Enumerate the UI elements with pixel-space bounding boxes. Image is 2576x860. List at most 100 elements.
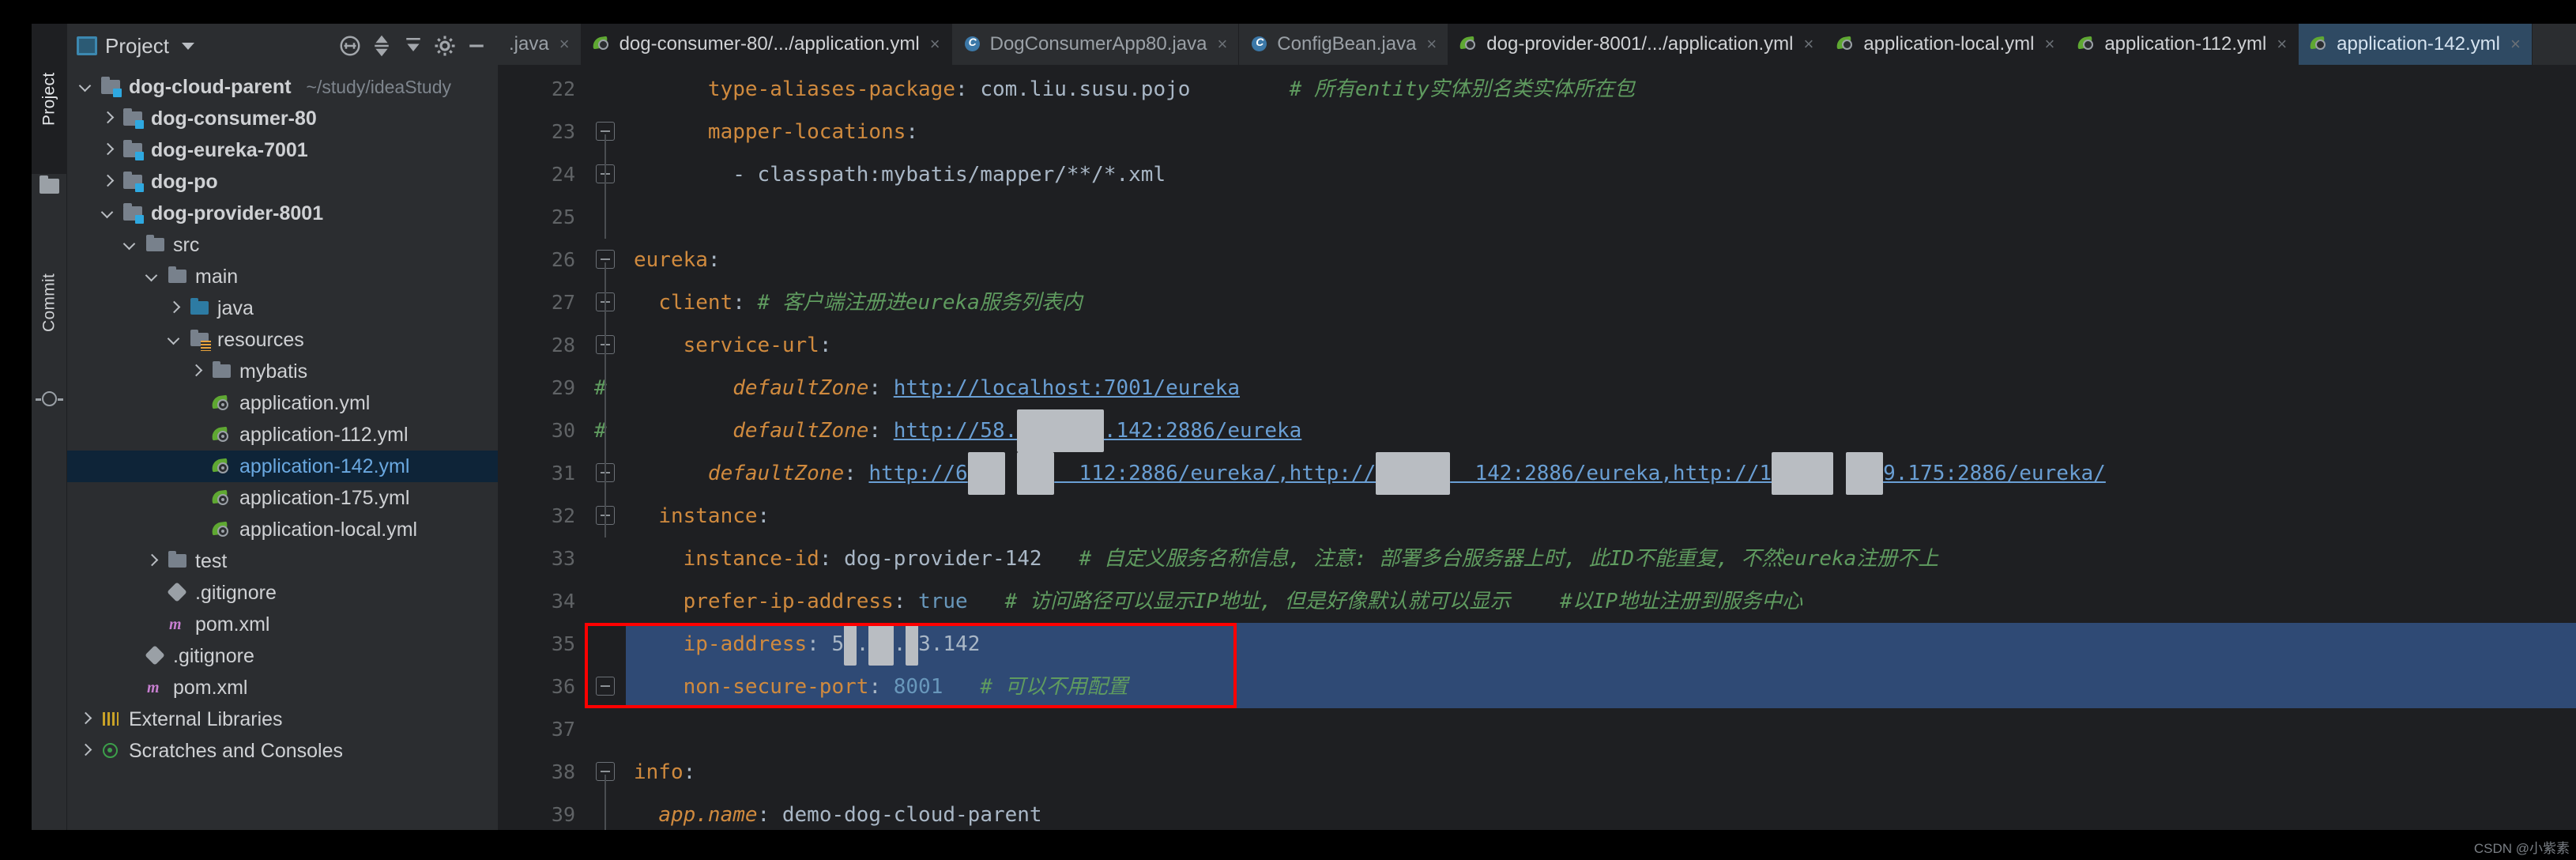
tree-node-test[interactable]: test (67, 545, 498, 577)
editor-vertical-scrollbar[interactable] (2565, 106, 2576, 830)
java-class-icon (963, 36, 983, 53)
chevron-down-icon[interactable] (100, 206, 116, 221)
code-folding-gutter[interactable]: ## (585, 65, 626, 830)
tree-node-dog-consumer-80[interactable]: dog-consumer-80 (67, 103, 498, 134)
code-line[interactable]: defaultZone: http://6XXX XXX 112:2886/eu… (626, 452, 2576, 495)
line-number: 27 (498, 281, 585, 324)
chevron-down-icon[interactable] (182, 43, 194, 50)
fold-marker[interactable] (585, 666, 626, 708)
tree-node-external-libraries[interactable]: External Libraries (67, 703, 498, 735)
module-icon (123, 110, 144, 127)
code-line[interactable]: prefer-ip-address: true # 访问路径可以显示IP地址, … (626, 580, 2576, 623)
tree-node-label: pom.xml (173, 677, 247, 700)
fold-collapse-icon[interactable] (596, 677, 615, 696)
tree-node-dog-provider-8001[interactable]: dog-provider-8001 (67, 198, 498, 229)
tree-node-gitignore[interactable]: .gitignore (67, 640, 498, 672)
tree-node-main[interactable]: main (67, 261, 498, 292)
code-line[interactable]: client: # 客户端注册进eureka服务列表内 (626, 281, 2576, 324)
scope-icon[interactable] (338, 34, 362, 58)
editor-tab-4[interactable]: dog-provider-8001/.../application.yml× (1448, 24, 1825, 65)
tree-node-application-175-yml[interactable]: application-175.yml (67, 482, 498, 514)
chevron-right-icon[interactable] (78, 711, 94, 727)
code-line[interactable]: defaultZone: http://localhost:7001/eurek… (626, 367, 2576, 409)
tree-node-resources[interactable]: resources (67, 324, 498, 356)
editor-tab-bar: .java×dog-consumer-80/.../application.ym… (498, 24, 2576, 65)
code-line[interactable]: non-secure-port: 8001 # 可以不用配置 (626, 666, 2576, 708)
chevron-down-icon[interactable] (145, 269, 160, 285)
chevron-right-icon[interactable] (100, 111, 116, 126)
tree-node-application-112-yml[interactable]: application-112.yml (67, 419, 498, 451)
tree-node-pom-xml[interactable]: mpom.xml (67, 672, 498, 703)
code-line[interactable]: instance: (626, 495, 2576, 538)
chevron-down-icon[interactable] (78, 79, 94, 95)
code-line[interactable]: eureka: (626, 239, 2576, 281)
close-icon[interactable]: × (1217, 34, 1227, 55)
hide-icon[interactable] (465, 34, 488, 58)
tree-node-src[interactable]: src (67, 229, 498, 261)
editor-tab-3[interactable]: ConfigBean.java× (1239, 24, 1448, 65)
close-icon[interactable]: × (559, 34, 570, 55)
code-line[interactable]: ip-address: 5X.XX.X3.142 (626, 623, 2576, 666)
commit-icon[interactable] (40, 389, 59, 409)
code-token: : (819, 547, 844, 571)
tree-node-dog-po[interactable]: dog-po (67, 166, 498, 198)
maven-icon: m (168, 616, 188, 633)
code-token: service-url (684, 334, 819, 357)
tree-node-dog-cloud-parent[interactable]: dog-cloud-parent~/study/ideaStudy (67, 71, 498, 103)
tree-node-label: mybatis (239, 360, 307, 383)
tree-node-scratches-and-consoles[interactable]: Scratches and Consoles (67, 735, 498, 767)
chevron-right-icon[interactable] (145, 553, 160, 569)
close-icon[interactable]: × (1804, 34, 1814, 55)
editor-tab-0[interactable]: .java× (498, 24, 582, 65)
tree-node-label: resources (217, 329, 304, 352)
chevron-right-icon[interactable] (100, 142, 116, 158)
editor-tab-6[interactable]: application-112.yml× (2066, 24, 2299, 65)
code-line[interactable]: service-url: (626, 324, 2576, 367)
tree-node-java[interactable]: java (67, 292, 498, 324)
settings-gear-icon[interactable] (433, 34, 457, 58)
chevron-down-icon[interactable] (122, 237, 138, 253)
tree-node-application-142-yml[interactable]: application-142.yml (67, 451, 498, 482)
chevron-right-icon[interactable] (100, 174, 116, 190)
code-token (634, 590, 684, 613)
close-icon[interactable]: × (2044, 34, 2054, 55)
tree-node-mybatis[interactable]: mybatis (67, 356, 498, 387)
editor-tab-5[interactable]: application-local.yml× (1825, 24, 2066, 65)
editor-tab-7[interactable]: application-142.yml× (2299, 24, 2533, 65)
tool-window-tab-commit[interactable]: Commit (32, 225, 67, 379)
tree-node-pom-xml[interactable]: mpom.xml (67, 609, 498, 640)
code-line[interactable]: - classpath:mybatis/mapper/**/*.xml (626, 153, 2576, 196)
tree-node-application-local-yml[interactable]: application-local.yml (67, 514, 498, 545)
code-line[interactable] (626, 708, 2576, 751)
tool-window-tab-project[interactable]: Project (32, 24, 67, 174)
code-line[interactable]: app.name: demo-dog-cloud-parent (626, 794, 2576, 830)
editor-tab-2[interactable]: DogConsumerApp80.java× (952, 24, 1240, 65)
code-line[interactable]: instance-id: dog-provider-142 # 自定义服务名称信… (626, 538, 2576, 580)
tree-node-application-yml[interactable]: application.yml (67, 387, 498, 419)
close-icon[interactable]: × (930, 34, 940, 55)
tree-node-gitignore[interactable]: .gitignore (67, 577, 498, 609)
code-line[interactable]: mapper-locations: (626, 111, 2576, 153)
collapse-all-icon[interactable] (401, 34, 425, 58)
code-line[interactable] (626, 196, 2576, 239)
close-icon[interactable]: × (2277, 34, 2287, 55)
chevron-right-icon[interactable] (78, 743, 94, 759)
watermark: CSDN @小紫素 (2474, 837, 2570, 857)
fold-guide-line (604, 348, 606, 495)
editor-tab-1[interactable]: dog-consumer-80/.../application.yml× (582, 24, 952, 65)
folder-icon[interactable] (40, 179, 59, 198)
code-token: : (684, 760, 696, 784)
expand-all-icon[interactable] (370, 34, 394, 58)
code-line[interactable]: type-aliases-package: com.liu.susu.pojo … (626, 68, 2576, 111)
chevron-right-icon[interactable] (189, 364, 205, 379)
tree-node-dog-eureka-7001[interactable]: dog-eureka-7001 (67, 134, 498, 166)
close-icon[interactable]: × (2510, 34, 2521, 55)
code-line[interactable]: info: (626, 751, 2576, 794)
code-token: : (868, 419, 893, 443)
chevron-right-icon[interactable] (167, 300, 183, 316)
code-editor[interactable]: 222324252627282930313233343536373839 ## … (498, 65, 2576, 830)
close-icon[interactable]: × (1426, 34, 1437, 55)
chevron-down-icon[interactable] (167, 332, 183, 348)
code-line[interactable]: defaultZone: http://58.XXXXXXX.142:2886/… (626, 409, 2576, 452)
code-content[interactable]: type-aliases-package: com.liu.susu.pojo … (626, 65, 2576, 830)
